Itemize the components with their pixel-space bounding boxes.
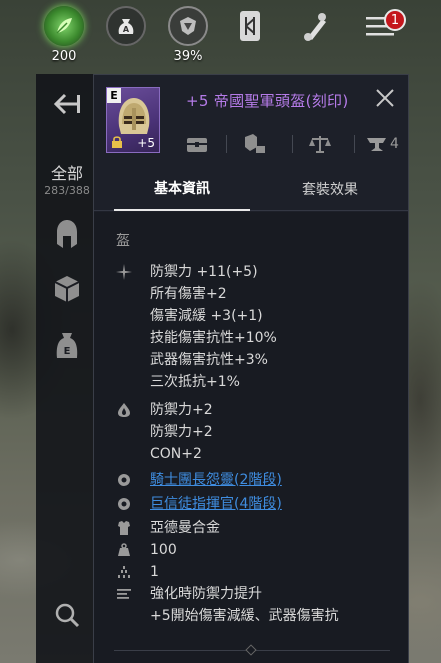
chest-icon[interactable] [186, 131, 208, 157]
set-link[interactable]: 巨信徒指揮官(4階段) [150, 493, 282, 515]
hud-rune[interactable] [226, 6, 274, 46]
stat-row: 所有傷害+2 [94, 283, 408, 305]
search-icon[interactable] [36, 602, 98, 628]
stat-text: 三次抵抗+1% [150, 374, 240, 390]
separator [226, 135, 227, 153]
stat-text: 防禦力 +11(+5) [150, 264, 258, 280]
stat-row: 技能傷害抗性+10% [94, 327, 408, 349]
close-button[interactable] [374, 87, 396, 109]
weight-text: 100 [150, 542, 177, 558]
item-detail-panel: E +5 +5 帝國聖軍頭盔(刻印) 4 基本資訊 套裝效果 盔 防禦力 +11… [93, 74, 409, 663]
helmet-icon[interactable] [36, 218, 98, 250]
set-orb-icon [116, 471, 132, 489]
set-link[interactable]: 騎士團長怨靈(2階段) [150, 469, 282, 491]
shield-emblem-icon [168, 6, 208, 46]
close-icon [376, 89, 394, 107]
item-stats: 盔 防禦力 +11(+5) 所有傷害+2 傷害減緩 +3(+1) 技能傷害抗性+… [94, 212, 408, 663]
weight-row: 100 [94, 539, 408, 561]
item-header: E +5 +5 帝國聖軍頭盔(刻印) 4 [94, 75, 408, 167]
item-action-bar: 4 [186, 131, 400, 157]
enhance-row: +5開始傷害減緩、武器傷害抗 [94, 605, 408, 627]
anvil-count: 4 [390, 136, 399, 152]
stat-row: 防禦力 +11(+5) [94, 261, 408, 283]
category-count: 283/388 [44, 184, 90, 197]
stat-text: 傷害減緩 +3(+1) [150, 308, 263, 324]
sparkle-icon [116, 263, 132, 281]
separator [354, 135, 355, 153]
material-row: 亞德曼合金 [94, 517, 408, 539]
energy-value: 200 [51, 49, 77, 64]
stat-row: 傷害減緩 +3(+1) [94, 305, 408, 327]
cube-icon[interactable] [36, 274, 98, 304]
rune-tablet-icon [230, 6, 270, 46]
stat-text: 防禦力+2 [150, 424, 213, 440]
detail-tabs: 基本資訊 套裝效果 [94, 167, 408, 211]
scale-icon[interactable] [308, 131, 332, 157]
enhance-text: +5開始傷害減緩、武器傷害抗 [150, 608, 339, 624]
stat-text: 防禦力+2 [150, 402, 213, 418]
scroll-icon [294, 6, 334, 46]
tab-basic-info[interactable]: 基本資訊 [114, 167, 250, 211]
set-row: 巨信徒指揮官(4階段) [94, 493, 408, 515]
item-title: +5 帝國聖軍頭盔(刻印) [186, 92, 349, 110]
set-orb-icon [116, 495, 132, 513]
e-bag-icon[interactable]: E [36, 330, 98, 362]
set-row: 騎士團長怨靈(2階段) [94, 469, 408, 491]
decompose-icon[interactable] [242, 131, 268, 157]
anvil-icon [367, 138, 386, 151]
hud-emblem[interactable]: 39% [164, 6, 212, 64]
separator [292, 135, 293, 153]
inventory-sidebar: 全部 283/388 E [36, 74, 98, 663]
green-leaf-icon [44, 6, 84, 46]
emblem-value: 39% [173, 49, 203, 64]
enhance-text: 強化時防禦力提升 [150, 586, 262, 602]
lock-icon[interactable] [110, 135, 124, 149]
back-arrow-icon[interactable] [36, 92, 98, 116]
tier-text: 1 [150, 564, 159, 580]
weight-icon [116, 541, 132, 559]
top-hud: 200 A 39% 1 [0, 0, 441, 72]
hud-menu[interactable]: 1 [356, 6, 406, 46]
hud-scroll[interactable] [290, 6, 338, 46]
grade-badge: E [107, 88, 121, 103]
tier-icon [116, 563, 132, 581]
stat-row: CON+2 [94, 443, 408, 465]
category-all[interactable]: 全部 283/388 [36, 160, 98, 197]
stat-text: 所有傷害+2 [150, 286, 227, 302]
stat-row: 防禦力+2 [94, 421, 408, 443]
category-title: 全部 [50, 164, 83, 183]
armor-icon [116, 519, 132, 537]
stat-text: 武器傷害抗性+3% [150, 352, 268, 368]
item-image: E +5 [106, 87, 160, 153]
stat-text: 技能傷害抗性+10% [150, 330, 277, 346]
tier-row: 1 [94, 561, 408, 583]
notification-badge: 1 [384, 9, 406, 31]
material-text: 亞德曼合金 [150, 520, 220, 536]
list-icon [116, 585, 132, 603]
enhance-row: 強化時防禦力提升 [94, 583, 408, 605]
money-bag-icon: A [106, 6, 146, 46]
stat-text: CON+2 [150, 446, 202, 462]
stat-row: 三次抵抗+1% [94, 371, 408, 393]
svg-text:A: A [123, 25, 130, 34]
item-category: 盔 [116, 233, 130, 249]
shield-drop-icon [116, 401, 132, 419]
hud-money-bag[interactable]: A [102, 6, 150, 46]
scroll-indicator [245, 644, 257, 656]
stat-row: 武器傷害抗性+3% [94, 349, 408, 371]
svg-text:E: E [64, 346, 71, 357]
enhance-badge: +5 [137, 136, 155, 150]
tab-set-effect[interactable]: 套裝效果 [262, 167, 398, 211]
anvil-button[interactable]: 4 [366, 131, 399, 157]
stat-row: 防禦力+2 [94, 399, 408, 421]
hud-energy[interactable]: 200 [40, 6, 88, 64]
